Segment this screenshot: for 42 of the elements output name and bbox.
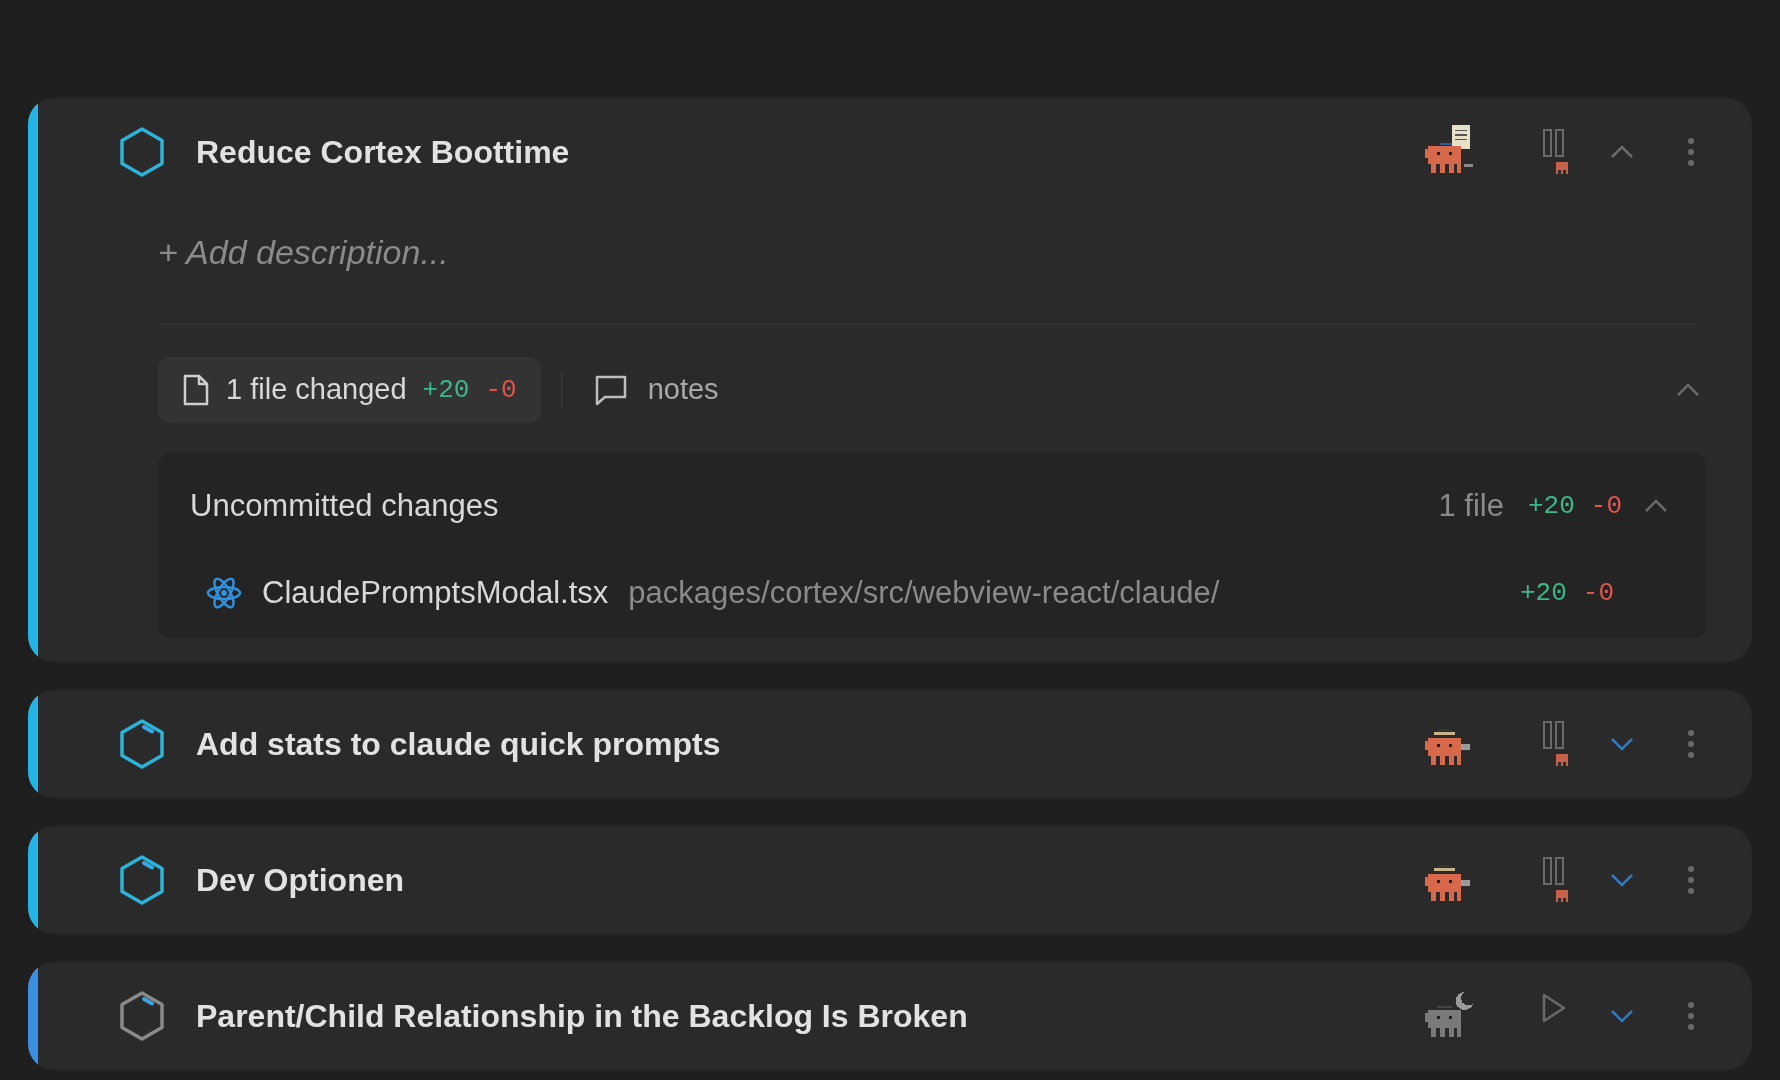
file-path: packages/cortex/src/webview-react/claude/ <box>628 573 1220 612</box>
pause-icon <box>1542 856 1566 886</box>
chevron-up-icon <box>1643 498 1669 514</box>
task-title: Add stats to claude quick prompts <box>196 725 721 764</box>
added-count: +20 <box>1519 576 1567 610</box>
removed-count: -0 <box>485 373 517 407</box>
group-title: Uncommitted changes <box>190 486 499 525</box>
play-icon <box>1540 992 1568 1024</box>
hexagon-icon[interactable] <box>118 990 166 1042</box>
atom-icon <box>206 576 242 610</box>
file-count: 1 file <box>1438 486 1504 525</box>
task-title: Reduce Cortex Boottime <box>196 133 570 172</box>
comment-icon <box>593 374 628 406</box>
file-icon <box>182 373 210 407</box>
more-icon <box>1687 137 1695 167</box>
more-icon <box>1687 729 1695 759</box>
more-icon <box>1687 865 1695 895</box>
task-title: Parent/Child Relationship in the Backlog Is Broken <box>196 997 968 1036</box>
small-creature-icon <box>1554 162 1570 174</box>
file-row[interactable]: ClaudePromptsModal.tsx packages/cortex/src/webview-react/claude/ +20 -0 <box>190 568 1674 618</box>
hexagon-icon[interactable] <box>118 854 166 906</box>
added-count: +20 <box>1527 489 1575 523</box>
files-changed-tab[interactable]: 1 file changed +20 -0 <box>158 357 541 423</box>
hexagon-icon[interactable] <box>118 718 166 770</box>
removed-count: -0 <box>1582 576 1614 610</box>
small-creature-icon <box>1554 890 1570 902</box>
removed-count: -0 <box>1590 489 1622 523</box>
file-name: ClaudePromptsModal.tsx <box>262 573 609 612</box>
description-field[interactable]: + Add description... <box>158 224 1706 280</box>
more-icon <box>1687 1001 1695 1031</box>
chevron-down-icon <box>1609 736 1635 752</box>
chevron-up-icon <box>1609 144 1635 160</box>
chevron-up-icon <box>1675 382 1701 398</box>
chevron-down-icon <box>1609 872 1635 888</box>
notes-tab[interactable]: notes <box>581 357 731 423</box>
chevron-down-icon <box>1609 1008 1635 1024</box>
small-creature-icon <box>1554 754 1570 766</box>
task-title: Dev Optionen <box>196 861 404 900</box>
added-count: +20 <box>422 373 470 407</box>
hexagon-icon[interactable] <box>118 126 166 178</box>
pause-icon <box>1542 128 1566 158</box>
pause-icon <box>1542 720 1566 750</box>
